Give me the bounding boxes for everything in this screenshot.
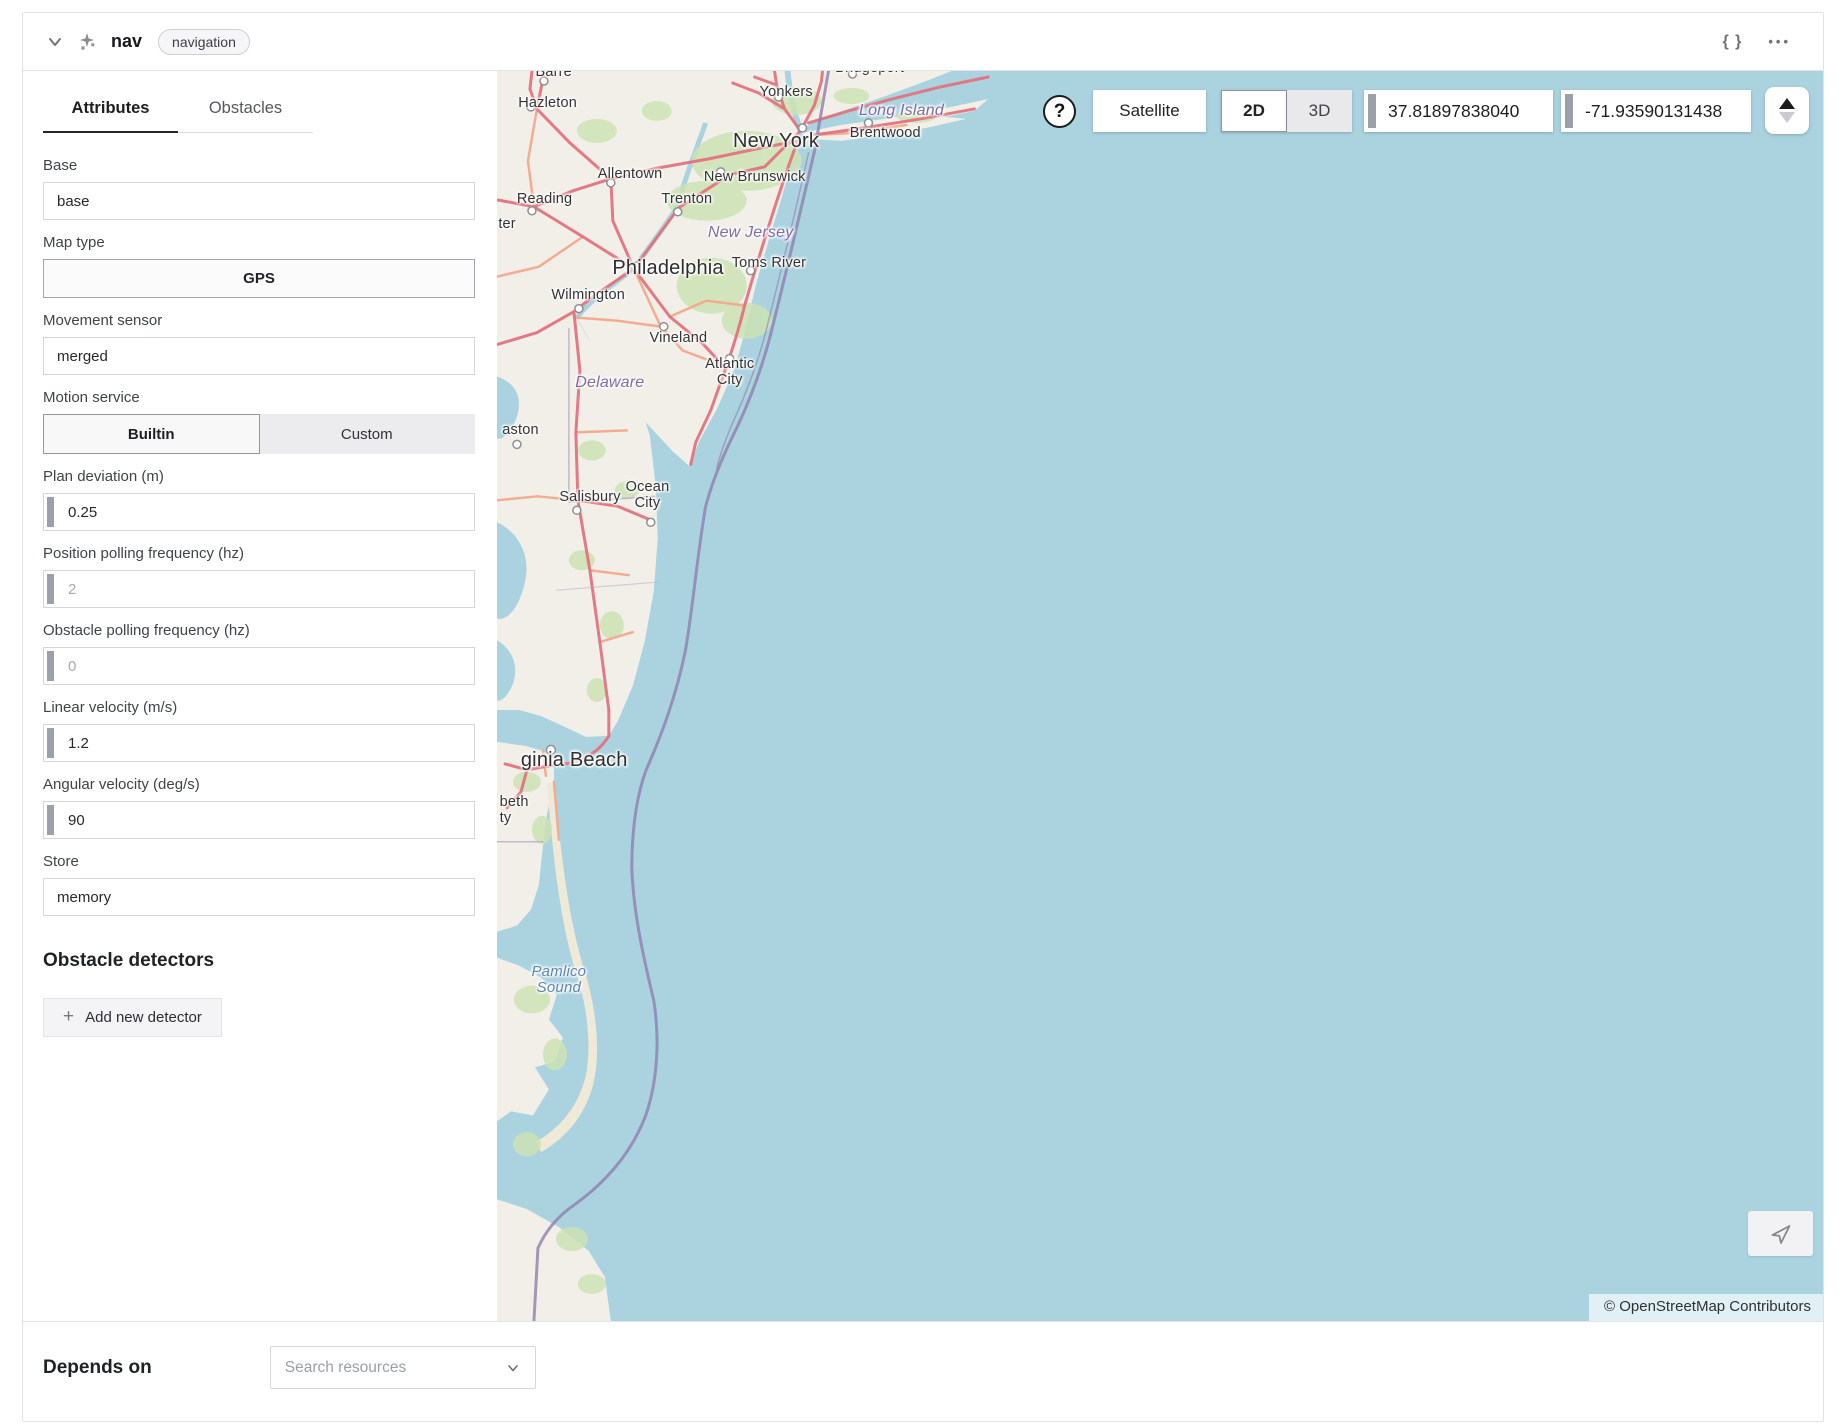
map-label: Philadelphia — [612, 257, 723, 279]
add-detector-label: Add new detector — [85, 1009, 202, 1026]
position-polling-input[interactable] — [43, 570, 475, 608]
chevron-down-icon — [505, 1360, 521, 1376]
step-down-icon[interactable] — [1779, 112, 1795, 123]
depends-on-heading: Depends on — [43, 1357, 152, 1379]
map-label: Delaware — [575, 374, 644, 392]
map-label: Ocean City — [626, 479, 670, 511]
map-label: Brentwood — [850, 125, 921, 141]
angular-velocity-label: Angular velocity (deg/s) — [43, 776, 475, 793]
map-label: New Jersey — [708, 224, 794, 242]
tab-attributes[interactable]: Attributes — [43, 91, 178, 133]
step-up-icon[interactable] — [1779, 98, 1795, 109]
map-type-gps-button[interactable]: GPS — [43, 259, 475, 298]
movement-sensor-label: Movement sensor — [43, 312, 475, 329]
overflow-menu-icon[interactable]: ••• — [1760, 30, 1799, 53]
angular-velocity-field — [43, 801, 475, 839]
search-resources-placeholder: Search resources — [285, 1359, 505, 1377]
plus-icon: + — [63, 1006, 74, 1028]
map-label: Toms River — [732, 255, 807, 271]
depends-on-section: Depends on Search resources — [23, 1321, 1823, 1421]
help-icon[interactable]: ? — [1043, 95, 1076, 128]
navigation-arrow-icon — [1769, 1222, 1793, 1246]
position-polling-field — [43, 570, 475, 608]
map-label: Bridgeport — [835, 71, 904, 76]
map-label: ginia Beach — [521, 749, 628, 771]
store-label: Store — [43, 853, 475, 870]
obstacle-polling-field — [43, 647, 475, 685]
movement-sensor-input[interactable] — [43, 337, 475, 375]
map-label: New Brunswick — [704, 169, 806, 185]
map-label: Hazleton — [518, 95, 577, 111]
collapse-chevron-icon[interactable] — [45, 32, 65, 52]
service-type-badge: navigation — [158, 29, 250, 55]
plan-deviation-field — [43, 493, 475, 531]
map-label: Vineland — [649, 330, 707, 346]
map-label: Atlantic City — [705, 356, 754, 388]
map-label: Trenton — [661, 191, 712, 207]
motion-service-toggle: Builtin Custom — [43, 414, 475, 454]
map-label: beth ty — [500, 794, 529, 826]
latitude-input[interactable] — [1364, 90, 1553, 132]
map-label: Long Island — [859, 102, 944, 120]
angular-velocity-input[interactable] — [43, 801, 475, 839]
base-input[interactable] — [43, 182, 475, 220]
map-label: ter — [498, 216, 516, 232]
map-label: Salisbury — [559, 489, 620, 505]
config-panel: Attributes Obstacles Base Map type GPS M… — [23, 71, 497, 1321]
recenter-button[interactable] — [1748, 1211, 1813, 1256]
map-attribution: © OpenStreetMap Contributors — [1589, 1294, 1823, 1321]
add-detector-button[interactable]: + Add new detector — [43, 998, 222, 1037]
motion-service-label: Motion service — [43, 389, 475, 406]
base-label: Base — [43, 157, 475, 174]
plan-deviation-input[interactable] — [43, 493, 475, 531]
map-label: Barre — [535, 71, 571, 80]
map-label: aston — [502, 422, 538, 438]
linear-velocity-field — [43, 724, 475, 762]
store-input[interactable] — [43, 878, 475, 916]
service-name: nav — [111, 31, 142, 52]
card-header: nav navigation { } ••• — [23, 13, 1823, 71]
map-label: Reading — [517, 191, 572, 207]
map-mode-2d-button[interactable]: 2D — [1221, 90, 1287, 132]
obstacle-polling-label: Obstacle polling frequency (hz) — [43, 622, 475, 639]
zoom-stepper[interactable] — [1765, 87, 1809, 134]
map-type-label: Map type — [43, 234, 475, 251]
raw-json-toggle-icon[interactable]: { } — [1714, 29, 1750, 55]
obstacle-detectors-heading: Obstacle detectors — [43, 950, 475, 972]
plan-deviation-label: Plan deviation (m) — [43, 468, 475, 485]
linear-velocity-input[interactable] — [43, 724, 475, 762]
map-label: Yonkers — [760, 84, 813, 100]
longitude-input[interactable] — [1561, 90, 1751, 132]
map-label: New York — [733, 130, 819, 152]
latitude-field — [1364, 90, 1553, 132]
satellite-toggle-button[interactable]: Satellite — [1093, 90, 1206, 132]
map-label: Pamlico Sound — [531, 964, 586, 998]
tab-obstacles[interactable]: Obstacles — [178, 91, 313, 133]
config-tabs: Attributes Obstacles — [43, 91, 475, 133]
position-polling-label: Position polling frequency (hz) — [43, 545, 475, 562]
obstacle-polling-input[interactable] — [43, 647, 475, 685]
nav-service-card: nav navigation { } ••• Attributes Obstac… — [22, 12, 1824, 1422]
map-panel[interactable]: Barre Hazleton Yonkers Bridgeport New York Lo… — [497, 71, 1823, 1321]
map-mode-3d-button[interactable]: 3D — [1287, 90, 1352, 132]
linear-velocity-label: Linear velocity (m/s) — [43, 699, 475, 716]
search-resources-select[interactable]: Search resources — [270, 1346, 536, 1389]
motion-service-custom-option[interactable]: Custom — [260, 414, 476, 454]
map-label: Allentown — [598, 166, 663, 182]
longitude-field — [1561, 90, 1751, 132]
map-label: Wilmington — [551, 287, 625, 303]
service-sparkle-icon — [75, 30, 99, 54]
motion-service-builtin-option[interactable]: Builtin — [43, 414, 260, 454]
